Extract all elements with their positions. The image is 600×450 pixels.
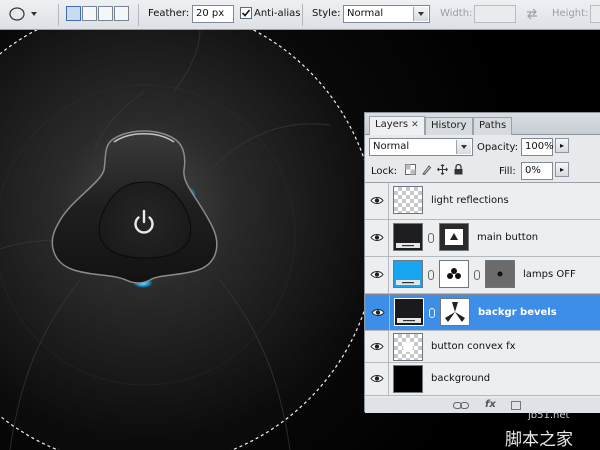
link-layers-icon[interactable] (453, 401, 469, 410)
layer-name: backgr bevels (478, 307, 557, 318)
layer-mask-thumbnail (439, 223, 469, 251)
lock-fill-row: Lock: Fill: 0% ▸ (365, 159, 600, 183)
lock-all-icon[interactable] (453, 164, 464, 175)
antialias-checkbox[interactable] (240, 7, 252, 19)
visibility-toggle[interactable] (365, 363, 389, 395)
layer-thumbnail (393, 186, 423, 214)
tab-paths-label: Paths (479, 120, 507, 131)
feather-input[interactable]: 20 px (192, 5, 234, 23)
tool-preset-caret-icon[interactable] (30, 10, 38, 18)
add-mask-button[interactable] (511, 401, 521, 410)
dropdown-arrow-icon (413, 7, 428, 21)
tab-paths[interactable]: Paths (473, 117, 513, 135)
layer-light-reflections[interactable]: light reflections (365, 183, 600, 220)
panel-tabs: Layers ✕ History Paths (365, 113, 600, 135)
layers-panel: Layers ✕ History Paths Normal Opacity: 10… (364, 112, 600, 413)
lock-position-icon[interactable] (437, 164, 448, 175)
layers-list: light reflections main button lamps OFF … (365, 183, 600, 398)
lock-transparent-pixels-icon[interactable] (405, 164, 416, 175)
layer-name: main button (477, 232, 539, 243)
fill-input[interactable]: 0% (521, 162, 553, 180)
feather-label: Feather: (148, 8, 190, 19)
separator (58, 4, 59, 26)
layer-backgr-bevels[interactable]: backgr bevels (365, 294, 600, 331)
opacity-input[interactable]: 100% (521, 138, 554, 156)
eye-icon (370, 375, 384, 382)
fill-arrow-button[interactable]: ▸ (555, 162, 569, 177)
layer-button-convex-fx[interactable]: button convex fx (365, 331, 600, 363)
tab-layers[interactable]: Layers ✕ (369, 116, 425, 135)
blend-mode-select[interactable]: Normal (369, 138, 473, 156)
add-to-selection-button[interactable] (82, 6, 97, 21)
visibility-toggle[interactable] (365, 183, 389, 219)
layer-main-button[interactable]: main button (365, 220, 600, 257)
options-bar: Feather: 20 px Anti-alias Style: Normal … (0, 0, 600, 30)
watermark-site-name: 脚本之家 (505, 430, 573, 450)
eye-icon (371, 309, 385, 316)
layer-lamps-off[interactable]: lamps OFF (365, 257, 600, 294)
tab-history[interactable]: History (425, 117, 473, 135)
lock-image-pixels-icon[interactable] (421, 164, 432, 175)
style-label: Style: (312, 8, 341, 19)
elliptical-marquee-icon[interactable] (8, 6, 26, 22)
layer-thumbnail (393, 223, 423, 251)
opacity-arrow-button[interactable]: ▸ (555, 138, 569, 153)
link-icon (428, 233, 434, 243)
dropdown-arrow-icon (456, 140, 471, 154)
photoshop-window: Feather: 20 px Anti-alias Style: Normal … (0, 0, 600, 450)
layer-thumbnail (393, 333, 423, 361)
visibility-toggle[interactable] (365, 220, 389, 256)
eye-icon (370, 343, 384, 350)
link-icon (429, 308, 435, 318)
eye-icon (370, 271, 384, 278)
layer-thumbnail (393, 365, 423, 393)
width-label: Width: (440, 8, 473, 19)
link-icon (428, 270, 434, 280)
style-select[interactable]: Normal (343, 5, 430, 23)
antialias-label: Anti-alias (254, 8, 301, 19)
visibility-toggle[interactable] (366, 295, 390, 331)
layer-thumbnail (393, 260, 423, 288)
tab-history-label: History (431, 120, 467, 131)
style-value: Normal (347, 8, 384, 19)
layer-name: lamps OFF (523, 269, 576, 280)
visibility-toggle[interactable] (365, 331, 389, 362)
separator (138, 4, 139, 26)
height-label: Height: (552, 8, 589, 19)
vector-mask-thumbnail (485, 260, 515, 288)
link-icon (474, 270, 480, 280)
add-layer-style-button[interactable]: fx (485, 399, 496, 410)
layer-mask-thumbnail (440, 298, 470, 326)
watermark-domain: jb51.net (528, 410, 570, 421)
layer-name: background (431, 373, 491, 384)
checkmark-icon (241, 9, 251, 17)
layer-thumbnail (394, 298, 424, 326)
width-input (474, 5, 516, 23)
tab-layers-label: Layers (375, 119, 409, 130)
layer-background[interactable]: background (365, 363, 600, 396)
lock-label: Lock: (371, 166, 398, 177)
eye-icon (370, 197, 384, 204)
layer-name: light reflections (431, 195, 509, 206)
layer-mask-thumbnail (439, 260, 469, 288)
layer-name: button convex fx (431, 341, 516, 352)
close-icon[interactable]: ✕ (411, 120, 419, 130)
separator (302, 4, 303, 26)
opacity-label: Opacity: (477, 142, 519, 153)
fill-label: Fill: (499, 166, 516, 177)
new-selection-button[interactable] (66, 6, 81, 21)
height-input (590, 5, 600, 23)
intersect-selection-button[interactable] (114, 6, 129, 21)
eye-icon (370, 234, 384, 241)
swap-dimensions-icon (527, 8, 537, 20)
blend-opacity-row: Normal Opacity: 100% ▸ (365, 135, 600, 159)
visibility-toggle[interactable] (365, 257, 389, 293)
blend-mode-value: Normal (373, 141, 410, 152)
subtract-from-selection-button[interactable] (98, 6, 113, 21)
